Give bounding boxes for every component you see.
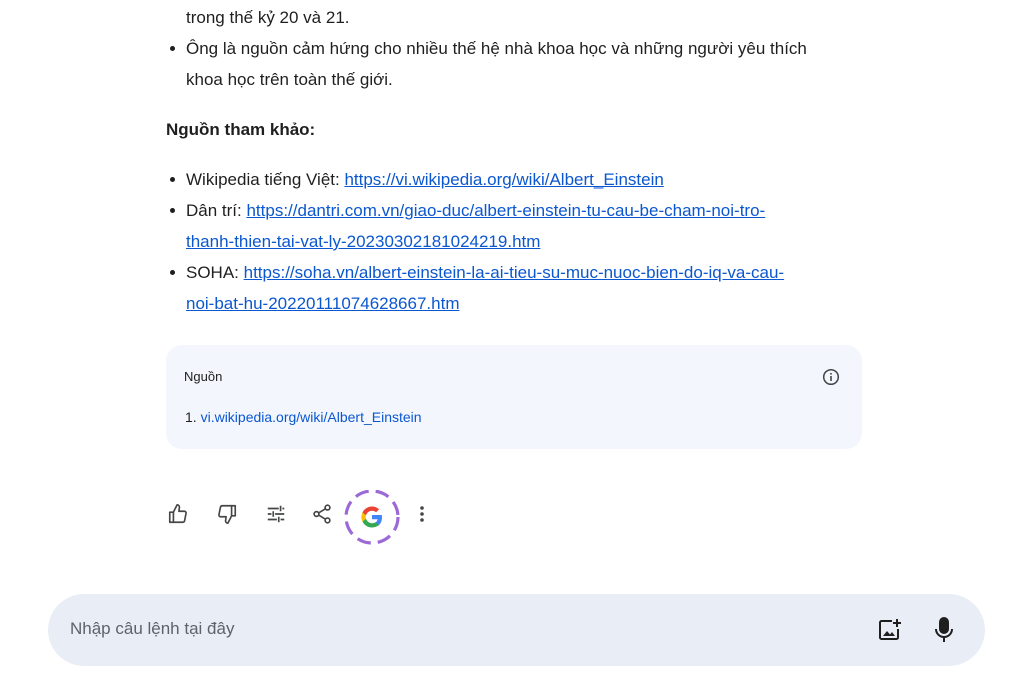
- microphone-icon[interactable]: [932, 616, 956, 644]
- bullet-dot: [170, 208, 175, 213]
- list-item-continuation: khoa học trên toàn thế giới.: [166, 64, 866, 95]
- google-g-icon[interactable]: [344, 490, 400, 545]
- reference-link[interactable]: https://soha.vn/albert-einstein-la-ai-ti…: [244, 263, 784, 282]
- list-item-text: Ông là nguồn cảm hứng cho nhiều thế hệ n…: [186, 39, 807, 58]
- reference-item: Dân trí: https://dantri.com.vn/giao-duc/…: [166, 195, 866, 226]
- reference-label: Dân trí:: [186, 201, 247, 220]
- sources-card: Nguồn 1. vi.wikipedia.org/wiki/Albert_Ei…: [166, 345, 862, 449]
- thumbs-down-icon[interactable]: [215, 502, 239, 526]
- reference-item-continuation: noi-bat-hu-20220111074628667.htm: [166, 288, 866, 319]
- more-vert-icon[interactable]: [410, 502, 434, 526]
- reference-link-continued[interactable]: thanh-thien-tai-vat-ly-20230302181024219…: [186, 232, 540, 251]
- reference-item-continuation: thanh-thien-tai-vat-ly-20230302181024219…: [166, 226, 866, 257]
- share-icon[interactable]: [310, 502, 334, 526]
- reference-link-continued[interactable]: noi-bat-hu-20220111074628667.htm: [186, 294, 459, 313]
- bullet-list-top: Ông là nguồn cảm hứng cho nhiều thế hệ n…: [166, 33, 866, 95]
- reference-label: Wikipedia tiếng Việt:: [186, 170, 345, 189]
- source-link[interactable]: vi.wikipedia.org/wiki/Albert_Einstein: [201, 409, 422, 425]
- prompt-input[interactable]: Nhập câu lệnh tại đây: [70, 619, 234, 639]
- sources-title: Nguồn: [184, 369, 223, 384]
- source-number: 1.: [185, 409, 197, 425]
- bullet-dot: [170, 177, 175, 182]
- info-icon[interactable]: [822, 368, 840, 386]
- response-actions: [160, 490, 460, 546]
- references-heading: Nguồn tham khảo:: [166, 120, 316, 139]
- bullet-dot: [170, 46, 175, 51]
- reference-item: Wikipedia tiếng Việt: https://vi.wikiped…: [166, 164, 866, 195]
- reference-item: SOHA: https://soha.vn/albert-einstein-la…: [166, 257, 866, 288]
- add-image-icon[interactable]: [876, 617, 902, 643]
- list-item-text: khoa học trên toàn thế giới.: [186, 70, 393, 89]
- reference-label: SOHA:: [186, 263, 244, 282]
- source-item: 1. vi.wikipedia.org/wiki/Albert_Einstein: [185, 409, 422, 425]
- reference-link[interactable]: https://dantri.com.vn/giao-duc/albert-ei…: [246, 201, 765, 220]
- continued-text-line: trong thế kỷ 20 và 21.: [186, 8, 350, 27]
- list-item: Ông là nguồn cảm hứng cho nhiều thế hệ n…: [166, 33, 866, 64]
- thumbs-up-icon[interactable]: [166, 502, 190, 526]
- tune-icon[interactable]: [264, 502, 288, 526]
- reference-link[interactable]: https://vi.wikipedia.org/wiki/Albert_Ein…: [344, 170, 663, 189]
- prompt-input-bar[interactable]: Nhập câu lệnh tại đây: [48, 594, 985, 666]
- bullet-dot: [170, 270, 175, 275]
- references-list: Wikipedia tiếng Việt: https://vi.wikiped…: [166, 164, 866, 319]
